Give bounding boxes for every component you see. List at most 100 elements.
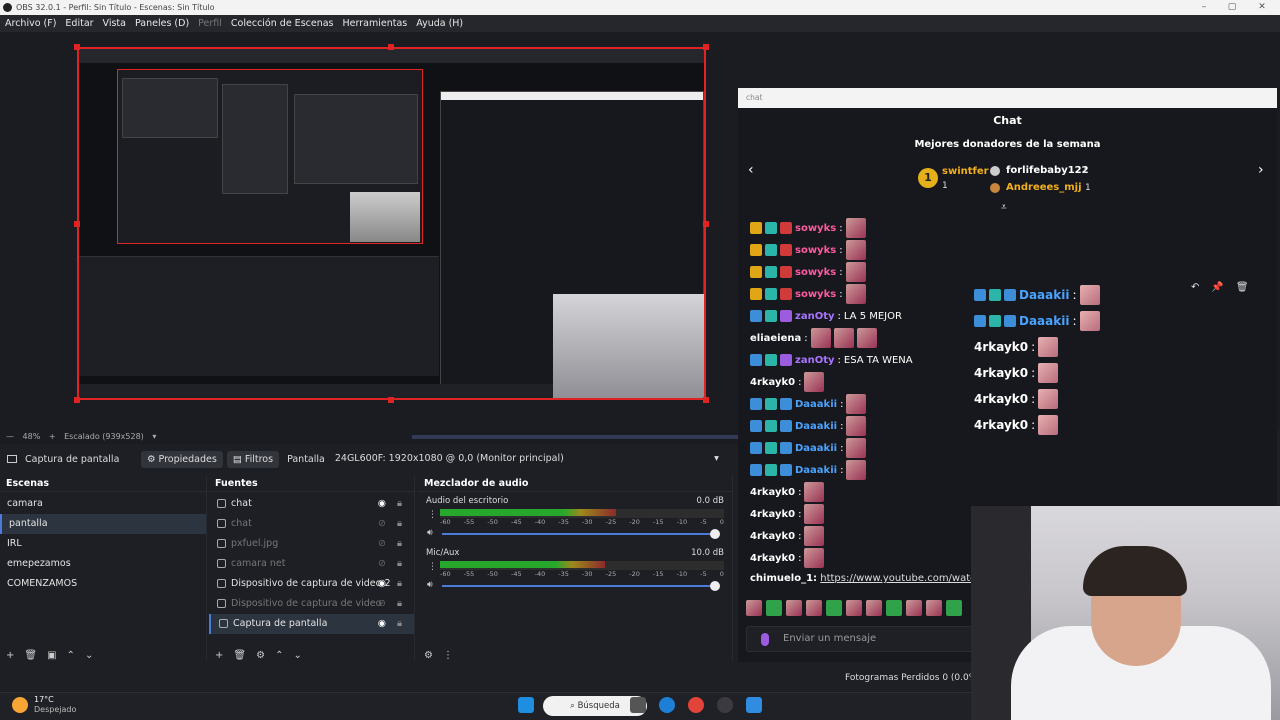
down-icon[interactable]: ⌄ [293, 650, 301, 661]
eye-icon[interactable]: ◉ [378, 614, 386, 634]
filter-icon[interactable]: ▣ [47, 650, 56, 661]
chat-username[interactable]: 4rkayk0 [974, 392, 1028, 406]
chat-username[interactable]: zanOty [795, 355, 835, 366]
chat-message[interactable]: 4rkayk0: [974, 388, 1124, 410]
volume-slider[interactable] [442, 533, 712, 535]
chat-username[interactable]: 4rkayk0 [750, 377, 795, 388]
chat-message[interactable]: 4rkayk0: [974, 414, 1124, 436]
down-icon[interactable]: ⌄ [85, 650, 93, 661]
scene-item[interactable]: camara [0, 494, 206, 514]
chat-username[interactable]: eliaeiena [750, 333, 801, 344]
chat-message[interactable]: 4rkayk0: [974, 336, 1124, 358]
chat-message[interactable]: eliaeiena: [750, 328, 975, 348]
minus-icon[interactable]: — [6, 432, 14, 441]
eye-off-icon[interactable]: ⊘ [378, 594, 386, 614]
source-item[interactable]: Dispositivo de captura de video 2 ◉ 🔒︎ [209, 574, 414, 594]
scene-item[interactable]: COMENZAMOS [0, 574, 206, 594]
more-icon[interactable]: ⋮ [428, 562, 437, 572]
task-view-icon[interactable] [630, 697, 646, 713]
chat-message[interactable]: zanOty: LA 5 MEJOR [750, 306, 975, 326]
chat-username[interactable]: 4rkayk0 [974, 366, 1028, 380]
add-icon[interactable]: + [6, 650, 14, 661]
lock-icon[interactable]: 🔒︎ [397, 514, 402, 534]
chat-message[interactable]: sowyks: [750, 240, 975, 260]
chat-message[interactable]: Daaakii: [974, 310, 1124, 332]
edge-icon[interactable] [659, 697, 675, 713]
menu-paneles[interactable]: Paneles (D) [135, 15, 189, 32]
menu-vista[interactable]: Vista [103, 15, 126, 32]
menu-ayuda[interactable]: Ayuda (H) [416, 15, 463, 32]
chat-username[interactable]: sowyks [795, 223, 836, 234]
gear-icon[interactable]: ⚙ [256, 650, 265, 661]
chevron-left-icon[interactable]: ‹ [748, 162, 754, 178]
resize-handle[interactable] [388, 397, 394, 403]
source-item[interactable]: camara net ⊘ 🔒︎ [209, 554, 414, 574]
scene-item[interactable]: emepezamos [0, 554, 206, 574]
menu-editar[interactable]: Editar [65, 15, 93, 32]
chat-username[interactable]: 4rkayk0 [974, 418, 1028, 432]
trash-icon[interactable]: 🗑 [233, 650, 246, 661]
speaker-icon[interactable]: 🔊︎ [427, 528, 433, 538]
minimize-icon[interactable]: – [1190, 0, 1218, 15]
eye-off-icon[interactable]: ⊘ [378, 534, 386, 554]
zoom-level[interactable]: 48% [23, 432, 41, 441]
lock-icon[interactable]: 🔒︎ [397, 574, 402, 594]
source-item[interactable]: chat ◉ 🔒︎ [209, 494, 414, 514]
windows-start-icon[interactable] [518, 697, 534, 713]
horizontal-scrollbar[interactable] [412, 435, 738, 439]
source-item[interactable]: chat ⊘ 🔒︎ [209, 514, 414, 534]
chat-username[interactable]: 4rkayk0 [750, 509, 795, 520]
emote-picker-icon[interactable] [886, 600, 902, 616]
chat-username[interactable]: Daaakii [795, 421, 837, 432]
resize-handle[interactable] [703, 397, 709, 403]
emote-picker-icon[interactable] [926, 600, 942, 616]
reply-icon[interactable]: ↶ [1191, 282, 1199, 302]
emote-picker-icon[interactable] [846, 600, 862, 616]
source-item[interactable]: Captura de pantalla ◉ 🔒︎ [209, 614, 414, 634]
lock-icon[interactable]: 🔒︎ [397, 534, 402, 554]
obs-icon[interactable] [717, 697, 733, 713]
chat-username[interactable]: Daaakii [795, 443, 837, 454]
speaker-icon[interactable]: 🔊︎ [427, 580, 433, 590]
emote-picker-icon[interactable] [946, 600, 962, 616]
maximize-icon[interactable]: ▢ [1218, 0, 1246, 15]
chat-message[interactable]: 4rkayk0: [750, 548, 975, 568]
emote-picker-icon[interactable] [786, 600, 802, 616]
scene-item-selected[interactable]: pantalla [0, 514, 206, 534]
message-input[interactable]: Enviar un mensaje [746, 626, 974, 652]
menu-archivo[interactable]: Archivo (F) [5, 15, 56, 32]
scene-preview[interactable] [77, 47, 706, 400]
up-icon[interactable]: ⌃ [275, 650, 283, 661]
chat-username[interactable]: 4rkayk0 [974, 340, 1028, 354]
menu-coleccion[interactable]: Colección de Escenas [231, 15, 334, 32]
emote-picker-icon[interactable] [826, 600, 842, 616]
gear-icon[interactable]: ⚙ [424, 650, 433, 661]
chat-message[interactable]: sowyks: [750, 218, 975, 238]
lock-icon[interactable]: 🔒︎ [397, 494, 402, 514]
app-icon[interactable] [746, 697, 762, 713]
resize-handle[interactable] [74, 397, 80, 403]
chat-username[interactable]: 4rkayk0 [750, 487, 795, 498]
trash-icon[interactable]: 🗑 [24, 650, 37, 661]
eye-off-icon[interactable]: ⊘ [378, 514, 386, 534]
chat-message[interactable]: Daaakii: [750, 416, 975, 436]
collapse-icon[interactable]: ⩡ [1001, 202, 1007, 213]
emote-picker-icon[interactable] [866, 600, 882, 616]
chat-username[interactable]: Daaakii [795, 399, 837, 410]
chat-username[interactable]: Daaakii [1019, 288, 1069, 302]
more-icon[interactable]: ⋮ [443, 650, 453, 661]
chat-message[interactable]: 4rkayk0: [750, 526, 975, 546]
volume-slider-handle[interactable] [710, 581, 720, 591]
chat-message[interactable]: Daaakii: [750, 394, 975, 414]
chat-message[interactable]: Daaakii: [974, 284, 1124, 306]
link-message-url[interactable]: https://www.youtube.com/watch?v=I [820, 573, 972, 584]
chat-message[interactable]: zanOty: ESA TA WENA [750, 350, 975, 370]
scene-item[interactable]: IRL [0, 534, 206, 554]
close-icon[interactable]: ✕ [1248, 0, 1276, 15]
more-icon[interactable]: ⋮ [428, 510, 437, 520]
emote-picker-icon[interactable] [906, 600, 922, 616]
properties-button[interactable]: ⚙ Propiedades [141, 450, 223, 468]
chat-username[interactable]: 4rkayk0 [750, 531, 795, 542]
resize-handle[interactable] [703, 44, 709, 50]
eye-off-icon[interactable]: ⊘ [378, 554, 386, 574]
